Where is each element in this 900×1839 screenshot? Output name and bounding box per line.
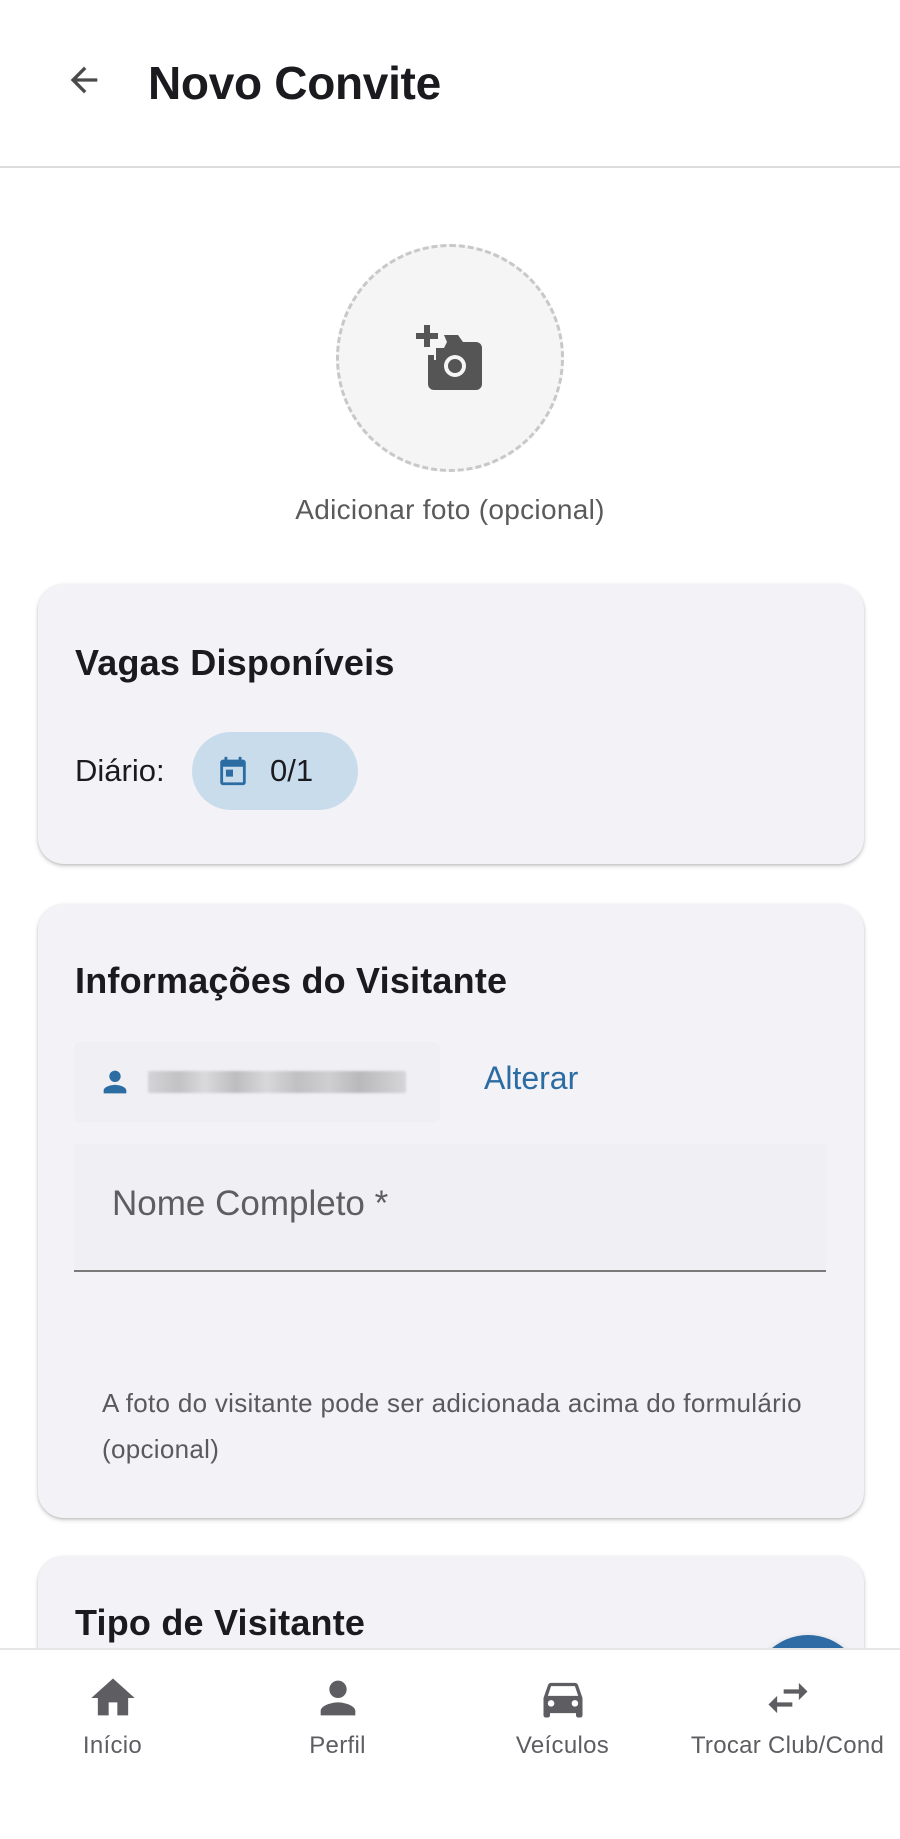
- swap-icon: [768, 1682, 807, 1714]
- full-name-field[interactable]: [74, 1144, 826, 1272]
- available-slots-card: Vagas Disponíveis Diário: 0/1: [38, 584, 864, 864]
- profile-icon: [320, 1680, 355, 1716]
- person-icon: [103, 1070, 127, 1094]
- form-content[interactable]: Adicionar foto (opcional) Vagas Disponív…: [0, 170, 900, 1650]
- page-title: Novo Convite: [148, 57, 441, 109]
- card-title: Informações do Visitante: [75, 960, 508, 1001]
- daily-quota-value: 0/1: [270, 753, 314, 788]
- daily-quota-chip: 0/1: [192, 732, 358, 810]
- nav-item-veiculos[interactable]: Veículos: [450, 1650, 675, 1839]
- calendar-icon: [220, 756, 246, 786]
- app-header: Novo Convite: [0, 0, 900, 168]
- photo-helper-text: A foto do visitante pode ser adicionada …: [102, 1388, 802, 1464]
- photo-caption: Adicionar foto (opcional): [295, 494, 605, 525]
- card-title: Tipo de Visitante: [75, 1602, 366, 1643]
- full-name-input[interactable]: [74, 1144, 826, 1270]
- nav-item-perfil[interactable]: Perfil: [225, 1650, 450, 1839]
- nav-label: Início: [82, 1732, 143, 1759]
- visitor-info-card: Informações do Visitante Alterar A foto …: [38, 904, 864, 1518]
- back-button[interactable]: [52, 48, 116, 112]
- nav-item-trocar[interactable]: Trocar Club/Cond: [675, 1650, 900, 1839]
- visitor-type-card: Tipo de Visitante: [38, 1556, 864, 1650]
- app-root: Novo Convite Adicionar foto (opcional) V…: [0, 0, 900, 1839]
- nav-label: Perfil: [309, 1732, 366, 1759]
- add-camera-icon: [416, 325, 482, 390]
- nav-item-inicio[interactable]: Início: [0, 1650, 225, 1839]
- bottom-navigation: Início Perfil Veículos Trocar Club/Cond: [0, 1648, 900, 1839]
- car-icon: [543, 1682, 582, 1718]
- card-title: Vagas Disponíveis: [75, 642, 395, 683]
- arrow-back-icon: [70, 66, 98, 94]
- nav-label: Trocar Club/Cond: [690, 1732, 885, 1759]
- nav-label: Veículos: [515, 1732, 610, 1759]
- add-photo-button[interactable]: [336, 244, 564, 472]
- daily-quota-label: Diário:: [75, 753, 165, 788]
- home-icon: [90, 1678, 135, 1716]
- change-contact-link[interactable]: Alterar: [484, 1060, 578, 1097]
- selected-contact[interactable]: [74, 1042, 440, 1122]
- redacted-contact-name: [148, 1071, 406, 1093]
